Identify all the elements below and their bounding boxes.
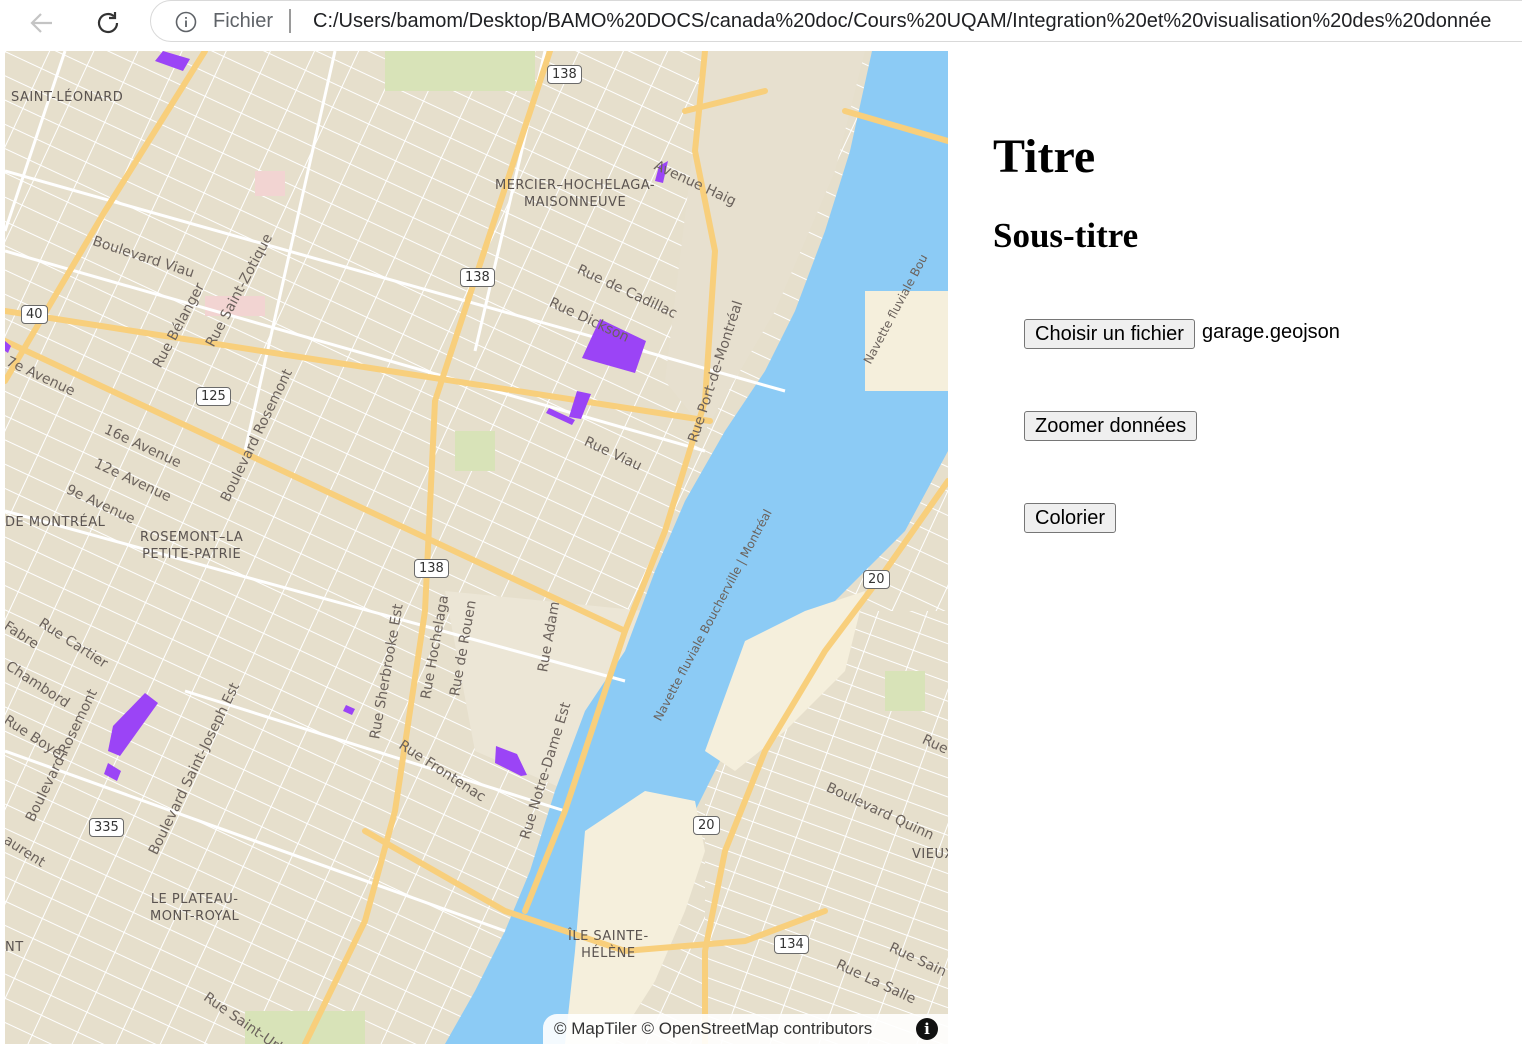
route-shield: 134 (774, 935, 809, 954)
map-attribution: © MapTiler © OpenStreetMap contributors … (543, 1014, 948, 1044)
address-scheme-label: Fichier (213, 10, 274, 32)
park-area (455, 431, 495, 471)
back-button[interactable] (24, 5, 60, 41)
side-panel: Titre Sous-titre Choisir un fichier gara… (948, 51, 1522, 1044)
selected-file-name: garage.geojson (1202, 321, 1340, 343)
route-shield: 138 (460, 268, 495, 287)
district-label-de-montreal: DE MONTRÉAL (5, 515, 106, 530)
route-shield: 138 (414, 559, 449, 578)
district-label-mercier: MERCIER–HOCHELAGA- MAISONNEUVE (495, 178, 656, 210)
hospital-area (255, 171, 285, 196)
attribution-text[interactable]: © MapTiler © OpenStreetMap contributors (554, 1019, 872, 1038)
page-subtitle: Sous-titre (993, 216, 1139, 255)
route-shield: 138 (547, 65, 582, 84)
route-shield: 125 (196, 387, 231, 406)
page-title: Titre (993, 130, 1096, 183)
address-bar[interactable]: Fichier C:/Users/bamom/Desktop/BAMO%20DO… (150, 0, 1522, 42)
arrow-left-icon (30, 13, 52, 33)
district-label-rosemont: ROSEMONT–LA PETITE-PATRIE (140, 530, 244, 562)
route-shield: 40 (21, 305, 48, 324)
route-shield: 20 (863, 570, 890, 589)
district-label-nt: NT (5, 940, 24, 955)
district-label-vieux: VIEUX (912, 847, 948, 862)
info-icon[interactable]: i (916, 1018, 938, 1040)
district-label-ile-sainte-helene: ÎLE SAINTE- HÉLÈNE (568, 929, 649, 961)
park-area (385, 51, 535, 91)
zoom-data-button[interactable]: Zoomer données (1024, 411, 1198, 441)
district-label-saint-leonard: SAINT-LÉONARD (11, 90, 124, 105)
info-icon[interactable] (175, 11, 197, 33)
browser-toolbar: Fichier C:/Users/bamom/Desktop/BAMO%20DO… (0, 0, 1522, 47)
map-view[interactable]: SAINT-LÉONARD MERCIER–HOCHELAGA- MAISONN… (5, 51, 948, 1044)
route-shield: 335 (89, 818, 124, 837)
choose-file-button[interactable]: Choisir un fichier (1024, 319, 1195, 349)
route-shield: 20 (693, 816, 720, 835)
reload-button[interactable] (90, 5, 126, 41)
reload-icon (97, 12, 119, 34)
colorize-button[interactable]: Colorier (1024, 503, 1117, 533)
park-area (885, 671, 925, 711)
address-url[interactable]: C:/Users/bamom/Desktop/BAMO%20DOCS/canad… (313, 10, 1522, 33)
district-label-plateau: LE PLATEAU- MONT-ROYAL (150, 892, 240, 924)
address-divider (289, 9, 291, 33)
